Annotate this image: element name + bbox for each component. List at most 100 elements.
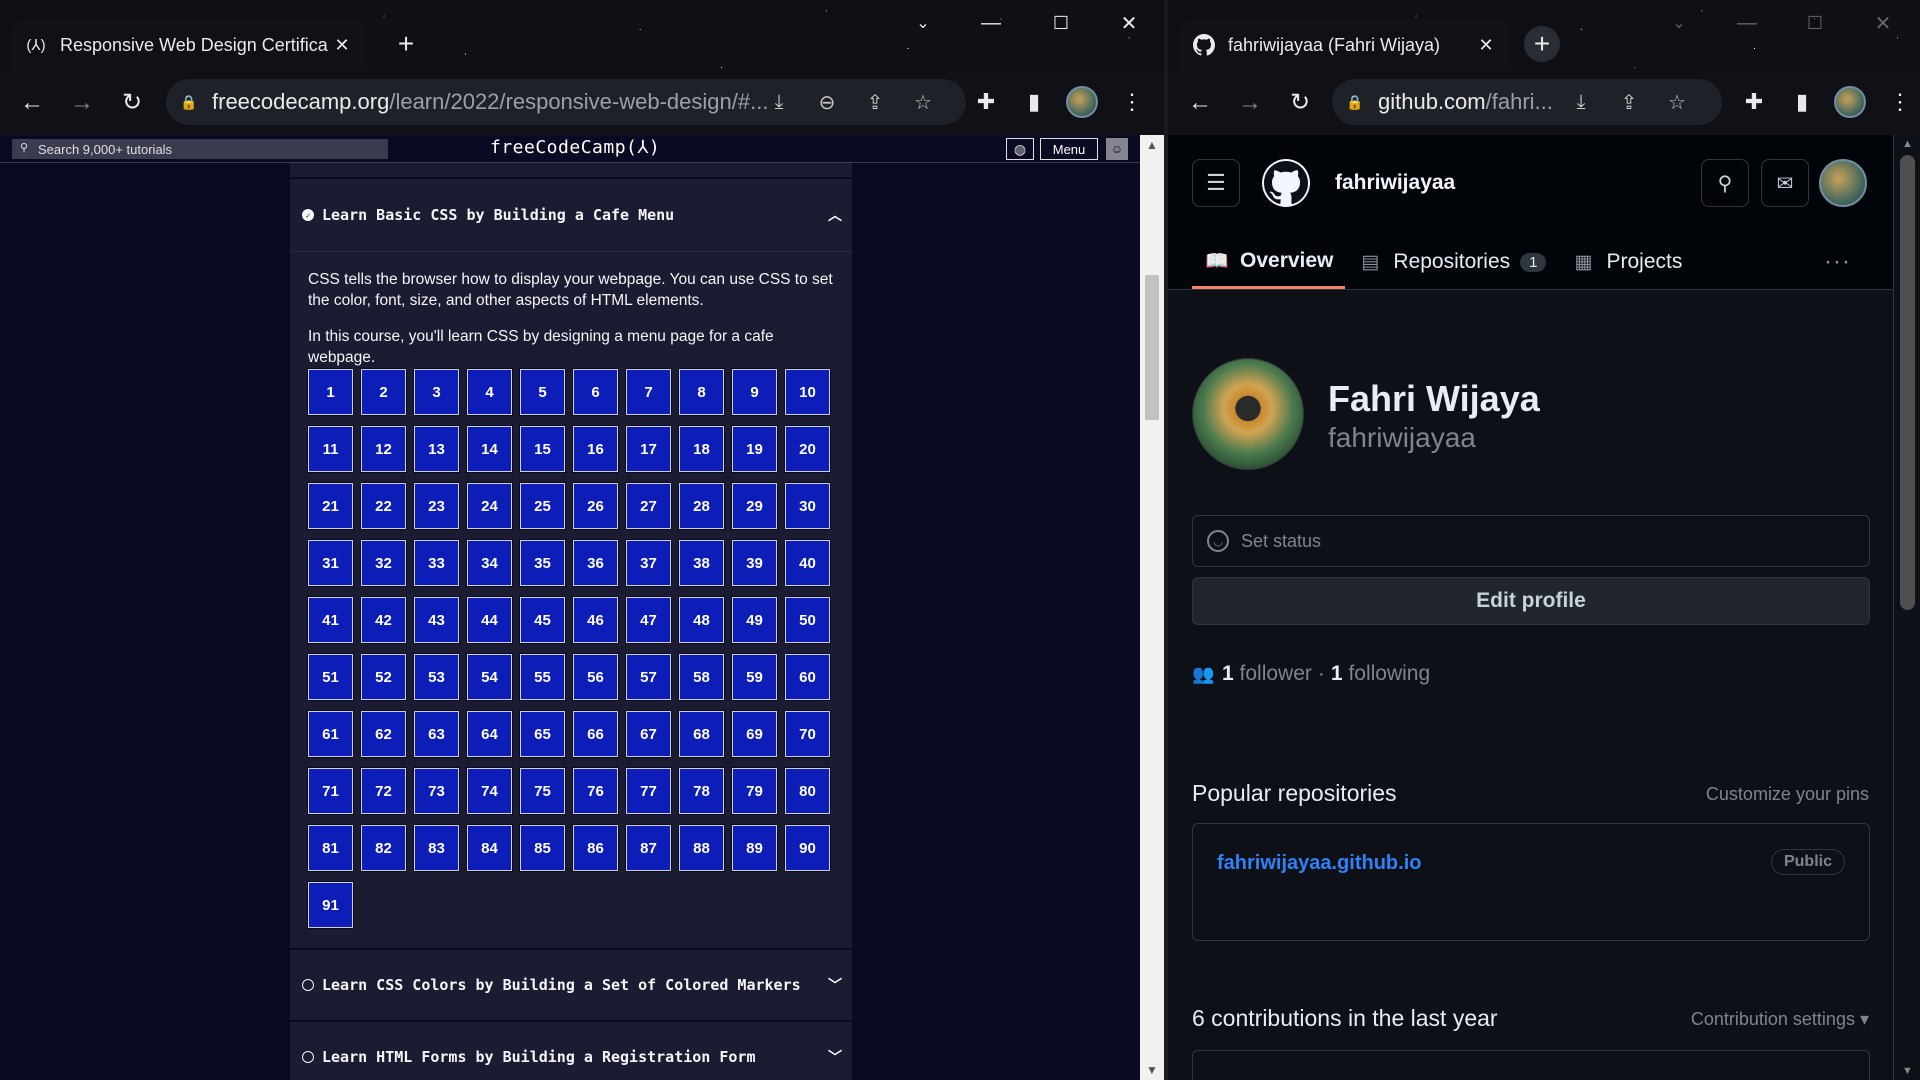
step-button[interactable]: 31 [307, 539, 354, 587]
freecodecamp-logo[interactable]: freeCodeCamp(⅄) [490, 137, 660, 158]
bookmark-star-icon[interactable]: ☆ [906, 79, 940, 125]
maximize-button[interactable]: ☐ [1038, 8, 1084, 38]
install-icon[interactable]: ⤓ [1564, 79, 1598, 125]
maximize-button[interactable]: ☐ [1792, 8, 1838, 38]
step-button[interactable]: 16 [572, 425, 619, 473]
scroll-up-arrow-icon[interactable]: ▲ [1140, 135, 1164, 155]
tab-search-icon[interactable]: ⌄ [900, 8, 946, 38]
repo-link[interactable]: fahriwijayaa.github.io [1217, 852, 1421, 875]
step-button[interactable]: 82 [360, 824, 407, 872]
minimize-button[interactable]: — [968, 8, 1014, 38]
user-avatar[interactable]: ☺ [1106, 138, 1128, 160]
profile-avatar[interactable] [1834, 86, 1866, 118]
step-button[interactable]: 83 [413, 824, 460, 872]
step-button[interactable]: 37 [625, 539, 672, 587]
scrollbar-thumb[interactable] [1145, 275, 1159, 420]
scrollbar-thumb[interactable] [1900, 155, 1915, 610]
back-icon[interactable]: ← [14, 85, 50, 121]
step-button[interactable]: 30 [784, 482, 831, 530]
step-button[interactable]: 53 [413, 653, 460, 701]
forward-icon[interactable]: → [64, 85, 100, 121]
step-button[interactable]: 86 [572, 824, 619, 872]
contribution-settings-dropdown[interactable]: Contribution settings ▾ [1691, 1009, 1869, 1030]
step-button[interactable]: 14 [466, 425, 513, 473]
step-button[interactable]: 7 [625, 368, 672, 416]
step-button[interactable]: 89 [731, 824, 778, 872]
step-button[interactable]: 75 [519, 767, 566, 815]
step-button[interactable]: 12 [360, 425, 407, 473]
step-button[interactable]: 6 [572, 368, 619, 416]
bookmark-star-icon[interactable]: ☆ [1660, 79, 1694, 125]
step-button[interactable]: 74 [466, 767, 513, 815]
back-icon[interactable]: ← [1182, 85, 1218, 121]
step-button[interactable]: 27 [625, 482, 672, 530]
step-button[interactable]: 91 [307, 881, 354, 929]
step-button[interactable]: 39 [731, 539, 778, 587]
zoom-out-icon[interactable]: ⊖ [810, 79, 844, 125]
step-button[interactable]: 40 [784, 539, 831, 587]
step-button[interactable]: 57 [625, 653, 672, 701]
step-button[interactable]: 62 [360, 710, 407, 758]
step-button[interactable]: 1 [307, 368, 354, 416]
language-globe-icon[interactable]: ◍ [1006, 138, 1034, 160]
step-button[interactable]: 72 [360, 767, 407, 815]
step-button[interactable]: 70 [784, 710, 831, 758]
search-input[interactable]: ⚲ Search 9,000+ tutorials [12, 139, 388, 159]
step-button[interactable]: 9 [731, 368, 778, 416]
step-button[interactable]: 25 [519, 482, 566, 530]
scroll-up-arrow-icon[interactable]: ▲ [1894, 135, 1920, 153]
step-button[interactable]: 88 [678, 824, 725, 872]
scroll-down-arrow-icon[interactable]: ▼ [1894, 1062, 1920, 1080]
step-button[interactable]: 69 [731, 710, 778, 758]
step-button[interactable]: 29 [731, 482, 778, 530]
step-button[interactable]: 71 [307, 767, 354, 815]
step-button[interactable]: 56 [572, 653, 619, 701]
step-button[interactable]: 49 [731, 596, 778, 644]
block-header-cafe-menu[interactable]: ✓ Learn Basic CSS by Building a Cafe Men… [290, 179, 852, 251]
hamburger-menu-icon[interactable]: ☰ [1192, 159, 1240, 207]
tab-repositories[interactable]: ▤ Repositories 1 [1345, 235, 1558, 289]
step-button[interactable]: 41 [307, 596, 354, 644]
header-username[interactable]: fahriwijayaa [1335, 171, 1455, 195]
step-button[interactable]: 47 [625, 596, 672, 644]
customize-pins-link[interactable]: Customize your pins [1706, 784, 1869, 805]
step-button[interactable]: 33 [413, 539, 460, 587]
block-header-registration-form[interactable]: Learn HTML Forms by Building a Registrat… [290, 1022, 852, 1080]
step-button[interactable]: 8 [678, 368, 725, 416]
side-panel-icon[interactable]: ▮ [1016, 84, 1052, 120]
close-tab-icon[interactable]: ✕ [330, 33, 354, 57]
step-button[interactable]: 4 [466, 368, 513, 416]
step-button[interactable]: 28 [678, 482, 725, 530]
set-status-button[interactable]: ◡ Set status [1192, 515, 1870, 567]
tab-projects[interactable]: ▦ Projects [1558, 235, 1694, 289]
step-button[interactable]: 24 [466, 482, 513, 530]
step-button[interactable]: 26 [572, 482, 619, 530]
step-button[interactable]: 18 [678, 425, 725, 473]
step-button[interactable]: 10 [784, 368, 831, 416]
step-button[interactable]: 15 [519, 425, 566, 473]
share-icon[interactable]: ⇪ [1612, 79, 1646, 125]
step-button[interactable]: 51 [307, 653, 354, 701]
step-button[interactable]: 84 [466, 824, 513, 872]
step-button[interactable]: 35 [519, 539, 566, 587]
step-button[interactable]: 85 [519, 824, 566, 872]
more-menu-icon[interactable]: ⋮ [1114, 84, 1150, 120]
step-button[interactable]: 64 [466, 710, 513, 758]
step-button[interactable]: 36 [572, 539, 619, 587]
address-bar[interactable]: 🔒 github.com/fahri... ⤓ ⇪ ☆ [1332, 79, 1722, 125]
install-icon[interactable]: ⤓ [762, 79, 796, 125]
followers-link[interactable]: 1 follower [1222, 662, 1312, 686]
step-button[interactable]: 78 [678, 767, 725, 815]
extensions-icon[interactable]: ✚ [968, 84, 1004, 120]
step-button[interactable]: 22 [360, 482, 407, 530]
step-button[interactable]: 34 [466, 539, 513, 587]
step-button[interactable]: 13 [413, 425, 460, 473]
step-button[interactable]: 63 [413, 710, 460, 758]
step-button[interactable]: 61 [307, 710, 354, 758]
edit-profile-button[interactable]: Edit profile [1192, 577, 1870, 625]
page-scrollbar[interactable]: ▲ ▼ [1893, 135, 1920, 1080]
github-logo-icon[interactable] [1262, 159, 1310, 207]
reload-icon[interactable]: ↻ [1282, 85, 1318, 121]
forward-icon[interactable]: → [1232, 85, 1268, 121]
step-button[interactable]: 17 [625, 425, 672, 473]
